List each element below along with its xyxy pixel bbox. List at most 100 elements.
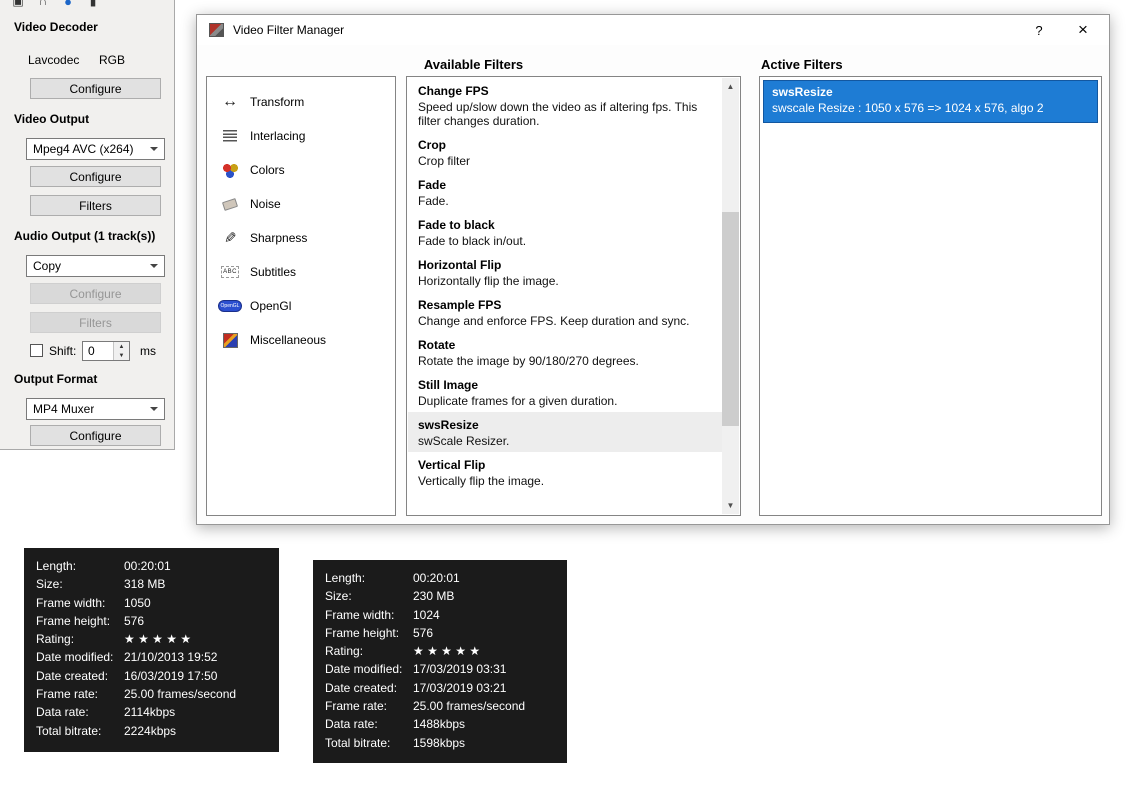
colors-icon	[219, 160, 241, 180]
video-decoder-title: Video Decoder	[14, 20, 98, 34]
info-row: Date modified: 17/03/2019 03:31	[325, 662, 507, 677]
info-row: Date created: 16/03/2019 17:50	[36, 668, 218, 683]
filter-item[interactable]: Change FPS Speed up/slow down the video …	[408, 78, 722, 132]
chevron-down-icon	[150, 407, 158, 415]
misc-icon	[219, 330, 241, 350]
display-icon[interactable]	[10, 0, 26, 9]
info-row: Frame rate: 25.00 frames/second	[325, 699, 526, 714]
audio-output-select[interactable]: Copy	[26, 255, 165, 277]
subtitles-icon	[219, 262, 241, 282]
spin-up-icon[interactable]: ▲	[114, 342, 129, 351]
info-row: Frame rate: 25.00 frames/second	[36, 687, 237, 702]
info-row: Date created: 17/03/2019 03:21	[325, 680, 507, 695]
record-icon[interactable]	[60, 0, 76, 9]
available-filters-header: Available Filters	[423, 57, 524, 72]
output-format-select[interactable]: MP4 Muxer	[26, 398, 165, 420]
info-row: Data rate: 1488kbps	[325, 717, 466, 732]
info-row: Size: 318 MB	[36, 577, 166, 592]
shift-label: Shift:	[49, 344, 77, 358]
close-button[interactable]: ×	[1063, 15, 1103, 45]
info-row: Total bitrate: 1598kbps	[325, 735, 466, 750]
chevron-down-icon	[150, 264, 158, 272]
category-item[interactable]: Transform	[207, 85, 395, 119]
filter-item[interactable]: Resample FPS Change and enforce FPS. Kee…	[408, 292, 722, 332]
opengl-icon	[219, 296, 241, 316]
dialog-titlebar[interactable]: Video Filter Manager ? ×	[197, 15, 1109, 45]
available-filters-list: Change FPS Speed up/slow down the video …	[406, 76, 741, 516]
active-filters-list: swsResize swscale Resize : 1050 x 576 =>…	[759, 76, 1102, 516]
filter-item[interactable]: Rotate Rotate the image by 90/180/270 de…	[408, 332, 722, 372]
category-item[interactable]: Miscellaneous	[207, 323, 395, 357]
noise-icon	[219, 194, 241, 214]
category-item[interactable]: Noise	[207, 187, 395, 221]
info-row: Frame height: 576	[36, 613, 145, 628]
category-item[interactable]: Subtitles	[207, 255, 395, 289]
scroll-down-icon[interactable]: ▼	[722, 497, 739, 514]
output-format-value: MP4 Muxer	[33, 402, 95, 416]
vertical-scrollbar[interactable]: ▲ ▼	[722, 78, 739, 514]
spinner-arrows[interactable]: ▲ ▼	[113, 342, 129, 360]
output-format-title: Output Format	[14, 372, 98, 386]
info-row: Size: 230 MB	[325, 589, 455, 604]
info-row: Frame width: 1050	[36, 595, 151, 610]
sharpness-icon	[219, 228, 241, 248]
category-item[interactable]: Interlacing	[207, 119, 395, 153]
volume-icon[interactable]	[85, 0, 101, 9]
dialog-title: Video Filter Manager	[233, 23, 345, 37]
video-output-configure-button[interactable]: Configure	[30, 166, 161, 187]
help-button[interactable]: ?	[1019, 15, 1059, 45]
info-row: Rating: ★ ★ ★ ★ ★	[325, 644, 481, 659]
interlacing-icon	[219, 126, 241, 146]
video-output-select[interactable]: Mpeg4 AVC (x264)	[26, 138, 165, 160]
chevron-down-icon	[150, 147, 158, 155]
shift-spinner[interactable]: 0 ▲ ▼	[82, 341, 130, 361]
info-row: Frame height: 576	[325, 625, 434, 640]
filter-item[interactable]: Still Image Duplicate frames for a given…	[408, 372, 722, 412]
info-row: Total bitrate: 2224kbps	[36, 723, 177, 738]
shift-unit: ms	[140, 344, 156, 358]
top-toolbar	[10, 0, 101, 9]
filter-item[interactable]: Horizontal Flip Horizontally flip the im…	[408, 252, 722, 292]
file-info-tooltip-output: Length: 00:20:01 Size: 230 MB Frame widt…	[313, 560, 567, 763]
category-list: Transform Interlacing Colors Noise	[206, 76, 396, 516]
magnet-icon[interactable]	[35, 0, 51, 9]
filter-item[interactable]: Crop Crop filter	[408, 132, 722, 172]
info-row: Data rate: 2114kbps	[36, 705, 176, 720]
video-output-value: Mpeg4 AVC (x264)	[33, 142, 134, 156]
spin-down-icon[interactable]: ▼	[114, 351, 129, 360]
active-filter-item[interactable]: swsResize swscale Resize : 1050 x 576 =>…	[763, 80, 1098, 123]
audio-configure-button[interactable]: Configure	[30, 283, 161, 304]
shift-checkbox[interactable]	[30, 344, 43, 357]
video-filters-button[interactable]: Filters	[30, 195, 161, 216]
category-item[interactable]: OpenGl	[207, 289, 395, 323]
video-output-title: Video Output	[14, 112, 90, 126]
video-filter-manager-dialog: Video Filter Manager ? × Available Filte…	[196, 14, 1110, 525]
screen: Video Decoder Lavcodec RGB Configure Vid…	[0, 0, 1126, 788]
filter-manager-icon	[209, 23, 224, 37]
transform-icon	[219, 92, 241, 112]
info-row: Length: 00:20:01	[325, 571, 460, 585]
active-filters-header: Active Filters	[761, 57, 843, 72]
video-decoder-configure-button[interactable]: Configure	[30, 78, 161, 99]
shift-value: 0	[88, 344, 95, 358]
info-row: Length: 00:20:01	[36, 559, 171, 573]
output-format-configure-button[interactable]: Configure	[30, 425, 161, 446]
audio-output-value: Copy	[33, 259, 62, 273]
info-row: Frame width: 1024	[325, 607, 440, 622]
category-item[interactable]: Sharpness	[207, 221, 395, 255]
category-item[interactable]: Colors	[207, 153, 395, 187]
filters-scroll-area: Change FPS Speed up/slow down the video …	[408, 78, 722, 514]
scrollbar-thumb[interactable]	[722, 212, 739, 426]
filter-item[interactable]: Fade to black Fade to black in/out.	[408, 212, 722, 252]
file-info-tooltip-source: Length: 00:20:01 Size: 318 MB Frame widt…	[24, 548, 279, 752]
info-row: Rating: ★ ★ ★ ★ ★	[36, 632, 192, 647]
filter-item[interactable]: swsResize swScale Resizer.	[408, 412, 722, 452]
audio-filters-button[interactable]: Filters	[30, 312, 161, 333]
decoder-name: Lavcodec	[28, 53, 80, 67]
scroll-up-icon[interactable]: ▲	[722, 78, 739, 95]
decoder-mode: RGB	[99, 53, 126, 67]
sidebar: Video Decoder Lavcodec RGB Configure Vid…	[0, 0, 175, 450]
filter-item[interactable]: Vertical Flip Vertically flip the image.	[408, 452, 722, 492]
info-row: Date modified: 21/10/2013 19:52	[36, 650, 218, 665]
filter-item[interactable]: Fade Fade.	[408, 172, 722, 212]
